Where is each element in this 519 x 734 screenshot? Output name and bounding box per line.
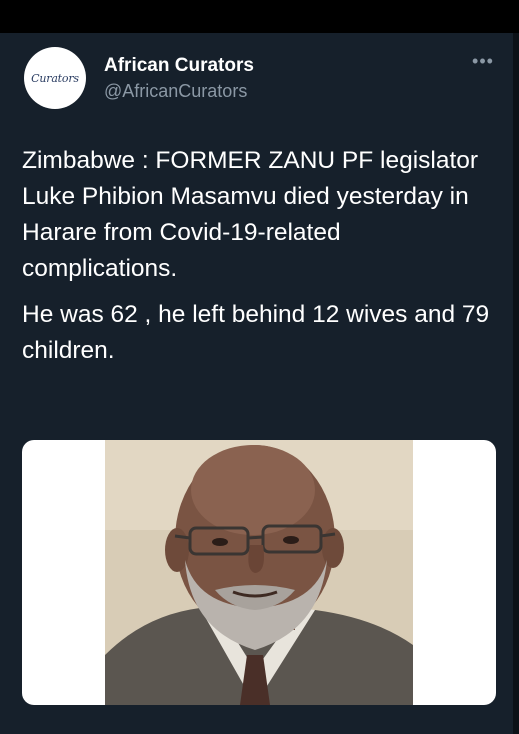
top-bar xyxy=(0,0,519,33)
photo-of-man-icon xyxy=(105,440,413,705)
tweet-paragraph-2: He was 62 , he left behind 12 wives and … xyxy=(22,301,490,364)
more-icon: ••• xyxy=(472,50,494,71)
avatar[interactable]: Curators xyxy=(24,47,86,109)
avatar-logo: Curators xyxy=(31,71,79,85)
more-options-button[interactable]: ••• xyxy=(468,51,498,71)
author-display-name[interactable]: African Curators xyxy=(104,55,254,77)
tweet-card[interactable]: Curators African Curators @AfricanCurato… xyxy=(0,33,519,734)
author-handle[interactable]: @AfricanCurators xyxy=(104,81,247,102)
tweet-media[interactable] xyxy=(22,440,496,705)
tweet-paragraph-1: Zimbabwe : FORMER ZANU PF legislator Luk… xyxy=(22,147,479,282)
tweet-text: Zimbabwe : FORMER ZANU PF legislator Luk… xyxy=(22,143,502,379)
right-edge xyxy=(513,33,519,734)
